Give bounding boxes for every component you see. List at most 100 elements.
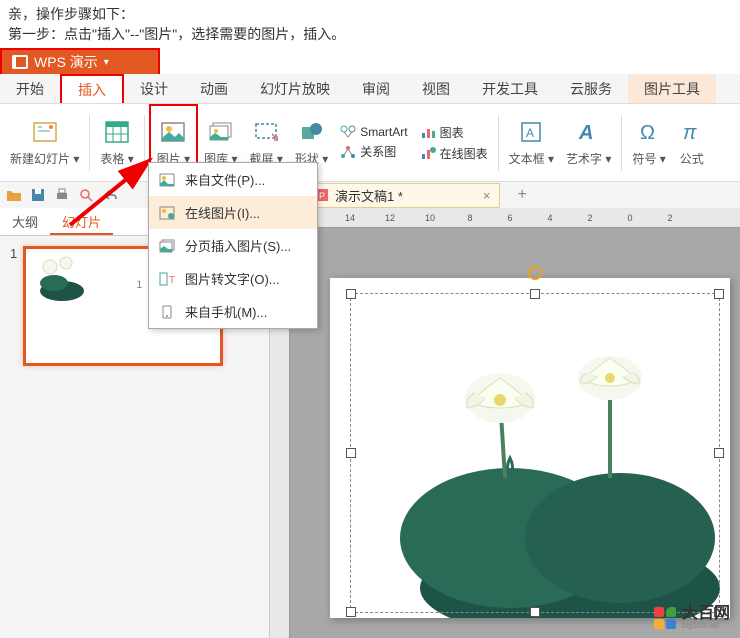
dd-from-phone[interactable]: 来自手机(M)... xyxy=(149,295,317,328)
instruction-line1: 亲，操作步骤如下： xyxy=(8,4,732,24)
dd-to-text[interactable]: T 图片转文字(O)... xyxy=(149,262,317,295)
paged-icon xyxy=(159,238,175,254)
ribbon-table-label: 表格 ▾ xyxy=(100,150,133,167)
new-slide-icon xyxy=(31,118,59,146)
svg-text:Ω: Ω xyxy=(640,122,655,143)
app-title: WPS 演示 xyxy=(34,52,98,72)
close-tab-icon[interactable]: × xyxy=(483,188,491,203)
ribbon: 新建幻灯片 ▾ 表格 ▾ 图片 ▾ 图库 ▾ 截屏 ▾ 形状 ▾ SmartAr… xyxy=(0,104,740,182)
print-icon[interactable] xyxy=(54,187,70,203)
dd-online[interactable]: 在线图片(I)... xyxy=(149,196,317,229)
dd-to-text-label: 图片转文字(O)... xyxy=(185,269,280,288)
rotation-handle[interactable] xyxy=(528,266,542,280)
menu-dev[interactable]: 开发工具 xyxy=(466,74,554,103)
ribbon-formula[interactable]: π 公式 xyxy=(672,104,712,181)
open-icon[interactable] xyxy=(6,187,22,203)
menu-view[interactable]: 视图 xyxy=(406,74,466,103)
svg-text:A: A xyxy=(526,126,534,140)
gallery-icon xyxy=(207,118,235,146)
undo-icon[interactable] xyxy=(102,187,118,203)
online-chart-icon xyxy=(420,146,436,160)
ribbon-new-slide-label: 新建幻灯片 ▾ xyxy=(10,150,79,167)
ribbon-separator xyxy=(621,115,622,171)
menu-design[interactable]: 设计 xyxy=(124,74,184,103)
ribbon-chart[interactable]: 图表 xyxy=(420,124,488,141)
thumb-page-number: 1 xyxy=(136,279,142,291)
save-icon[interactable] xyxy=(30,187,46,203)
from-file-icon xyxy=(159,172,175,188)
menu-picture-tools[interactable]: 图片工具 xyxy=(628,74,716,103)
ribbon-new-slide[interactable]: 新建幻灯片 ▾ xyxy=(4,104,85,181)
dd-from-phone-label: 来自手机(M)... xyxy=(185,302,267,321)
formula-icon: π xyxy=(678,118,706,146)
picture-dropdown: 来自文件(P)... 在线图片(I)... 分页插入图片(S)... T 图片转… xyxy=(148,162,318,329)
ribbon-table[interactable]: 表格 ▾ xyxy=(94,104,139,181)
ribbon-relation[interactable]: 关系图 xyxy=(340,143,407,160)
image-selection[interactable] xyxy=(350,293,720,613)
ribbon-wordart[interactable]: A 艺术字 ▾ xyxy=(560,104,617,181)
ribbon-chart-group2: 图表 在线图表 xyxy=(414,120,494,166)
title-caret-icon: ▾ xyxy=(104,57,109,68)
dd-from-file[interactable]: 来自文件(P)... xyxy=(149,163,317,196)
tab-outline[interactable]: 大纲 xyxy=(0,208,50,235)
print-preview-icon[interactable] xyxy=(78,187,94,203)
phone-icon xyxy=(159,304,175,320)
ribbon-chart-group: SmartArt 关系图 xyxy=(334,121,413,164)
svg-text:T: T xyxy=(169,275,175,286)
watermark-logo-icon xyxy=(654,607,676,629)
chart-icon xyxy=(420,125,436,139)
horizontal-ruler: 16141210864202 xyxy=(290,208,740,228)
ribbon-textbox-label: 文本框 ▾ xyxy=(509,150,554,167)
dd-paged-label: 分页插入图片(S)... xyxy=(185,236,291,255)
resize-handle-tr[interactable] xyxy=(714,289,724,299)
slide-canvas[interactable]: 16141210864202 xyxy=(270,208,740,638)
relation-icon xyxy=(340,145,356,159)
online-pic-icon xyxy=(159,205,175,221)
ribbon-wordart-label: 艺术字 ▾ xyxy=(566,150,611,167)
wordart-icon: A xyxy=(575,118,603,146)
symbol-icon: Ω xyxy=(635,118,663,146)
menu-animation[interactable]: 动画 xyxy=(184,74,244,103)
menu-slideshow[interactable]: 幻灯片放映 xyxy=(244,74,346,103)
resize-handle-tl[interactable] xyxy=(346,289,356,299)
ribbon-textbox[interactable]: A 文本框 ▾ xyxy=(503,104,560,181)
dd-from-file-label: 来自文件(P)... xyxy=(185,170,265,189)
resize-handle-bl[interactable] xyxy=(346,607,356,617)
menu-cloud[interactable]: 云服务 xyxy=(554,74,628,103)
document-tab[interactable]: P 演示文稿1 * × xyxy=(306,183,500,208)
smartart-icon xyxy=(340,125,356,139)
dd-paged[interactable]: 分页插入图片(S)... xyxy=(149,229,317,262)
table-icon xyxy=(103,118,131,146)
instruction-line2: 第一步：点击"插入"--"图片"，选择需要的图片，插入。 xyxy=(8,24,732,44)
main-area: 大纲 幻灯片 1 1 16141210864202 xyxy=(0,208,740,638)
tab-slides[interactable]: 幻灯片 xyxy=(50,208,113,235)
ribbon-separator xyxy=(89,115,90,171)
ribbon-smartart[interactable]: SmartArt xyxy=(340,125,407,139)
ribbon-symbol-label: 符号 ▾ xyxy=(632,150,665,167)
svg-text:P: P xyxy=(319,191,325,201)
resize-handle-mr[interactable] xyxy=(714,448,724,458)
to-text-icon: T xyxy=(159,271,175,287)
watermark: 大百网 big100.net xyxy=(654,606,730,630)
new-tab-button[interactable]: + xyxy=(518,186,527,204)
menu-review[interactable]: 审阅 xyxy=(346,74,406,103)
thumb-index: 1 xyxy=(10,246,17,261)
menu-insert[interactable]: 插入 xyxy=(60,74,124,103)
screenshot-icon xyxy=(252,118,280,146)
document-name: 演示文稿1 * xyxy=(335,186,403,205)
resize-handle-tm[interactable] xyxy=(530,289,540,299)
svg-text:A: A xyxy=(578,122,593,143)
menu-bar: 开始 插入 设计 动画 幻灯片放映 审阅 视图 开发工具 云服务 图片工具 xyxy=(0,74,740,104)
app-title-bar[interactable]: WPS 演示 ▾ xyxy=(0,48,160,74)
ribbon-online-chart[interactable]: 在线图表 xyxy=(420,145,488,162)
resize-handle-ml[interactable] xyxy=(346,448,356,458)
menu-start[interactable]: 开始 xyxy=(0,74,60,103)
ribbon-symbol[interactable]: Ω 符号 ▾ xyxy=(626,104,671,181)
ribbon-formula-label: 公式 xyxy=(680,150,704,167)
dd-online-label: 在线图片(I)... xyxy=(185,203,260,222)
wps-logo-icon xyxy=(12,55,28,69)
resize-handle-bm[interactable] xyxy=(530,607,540,617)
picture-icon xyxy=(159,118,187,146)
quick-access-toolbar: P 演示文稿1 * × + xyxy=(0,182,740,208)
watermark-url: big100.net xyxy=(682,622,730,630)
